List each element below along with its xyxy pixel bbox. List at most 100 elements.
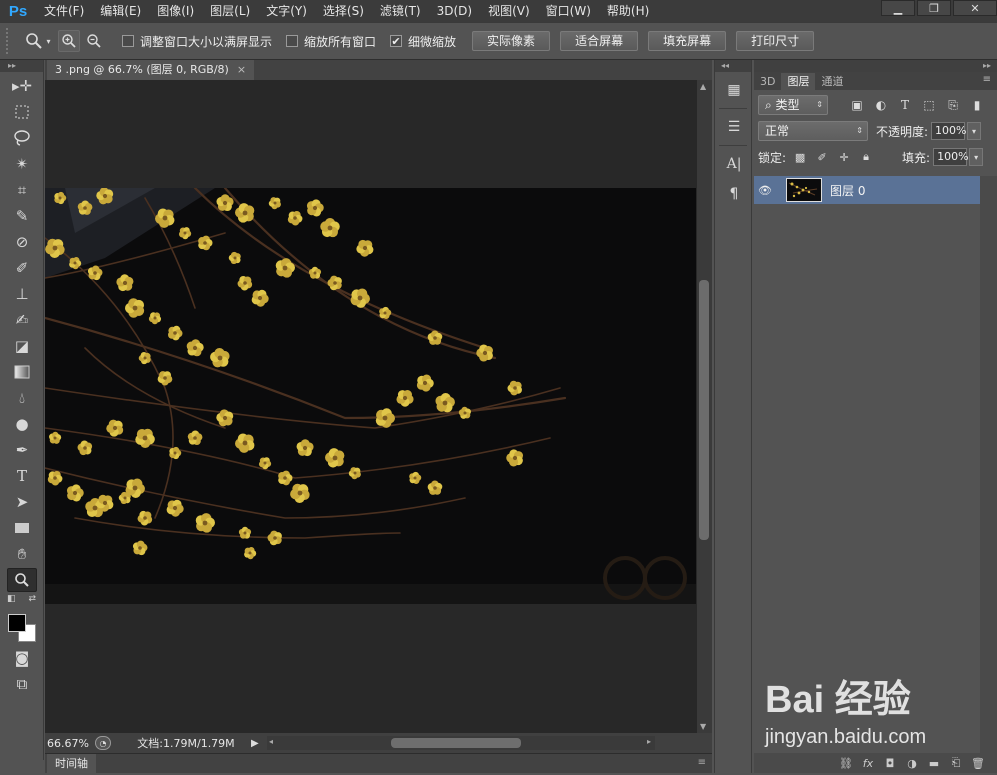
history-brush-tool[interactable]: ✍: [7, 308, 37, 332]
resize-windows-option[interactable]: 调整窗口大小以满屏显示: [122, 33, 272, 50]
marquee-tool[interactable]: [7, 100, 37, 124]
fill-input[interactable]: 100%: [933, 148, 969, 166]
filter-smart-object-icon[interactable]: ⎘: [944, 97, 962, 113]
rectangle-tool[interactable]: [7, 516, 37, 540]
screen-mode-button[interactable]: ⧉: [7, 672, 37, 696]
gradient-tool[interactable]: [7, 360, 37, 384]
filter-adjustment-icon[interactable]: ◐: [872, 97, 890, 113]
close-tab-icon[interactable]: ×: [237, 60, 246, 80]
panel-menu-icon[interactable]: ≡: [698, 757, 706, 768]
new-group-icon[interactable]: ▬: [923, 757, 945, 770]
menu-layer[interactable]: 图层(L): [202, 0, 258, 22]
fill-dropdown-icon[interactable]: ▾: [969, 148, 984, 166]
type-tool[interactable]: T: [7, 464, 37, 488]
layer-name[interactable]: 图层 0: [830, 182, 865, 199]
clone-stamp-tool[interactable]: ⊥: [7, 282, 37, 306]
pen-tool[interactable]: ✒: [7, 438, 37, 462]
filter-shape-icon[interactable]: ⬚: [920, 97, 938, 113]
magic-wand-tool[interactable]: ✴: [7, 152, 37, 176]
strip-header[interactable]: ◂◂: [715, 60, 751, 72]
options-grip[interactable]: [6, 28, 12, 54]
brush-tool[interactable]: ✐: [7, 256, 37, 280]
eraser-tool[interactable]: ◪: [7, 334, 37, 358]
status-menu-arrow-icon[interactable]: ▶: [251, 738, 261, 749]
minimize-button[interactable]: ▁: [881, 0, 915, 16]
menu-image[interactable]: 图像(I): [149, 0, 202, 22]
zoom-level[interactable]: 66.67%: [45, 737, 95, 750]
scroll-left-icon[interactable]: ◂: [269, 737, 273, 746]
lock-image-icon[interactable]: ✐: [814, 149, 830, 165]
menu-file[interactable]: 文件(F): [36, 0, 92, 22]
scroll-up-icon[interactable]: ▲: [700, 82, 706, 91]
opacity-dropdown-icon[interactable]: ▾: [967, 122, 982, 140]
add-mask-icon[interactable]: ◘: [879, 757, 901, 770]
timeline-tab[interactable]: 时间轴: [47, 754, 96, 773]
panel-menu-icon[interactable]: ≡: [983, 74, 991, 85]
actual-pixels-button[interactable]: 实际像素: [472, 31, 551, 51]
tab-layers[interactable]: 图层: [781, 73, 816, 90]
swatches-panel-button[interactable]: ▦: [719, 78, 749, 102]
maximize-button[interactable]: ❐: [917, 0, 951, 16]
filter-pixel-icon[interactable]: ▣: [848, 97, 866, 113]
new-layer-icon[interactable]: ⎗: [945, 756, 967, 770]
menu-3d[interactable]: 3D(D): [429, 0, 480, 22]
tool-preset-picker[interactable]: ▾: [18, 29, 58, 53]
zoom-all-checkbox[interactable]: [286, 35, 299, 47]
scrubby-zoom-option[interactable]: ✔ 细微缩放: [390, 33, 456, 50]
hand-tool[interactable]: ✋︎: [7, 542, 37, 566]
visibility-eye-icon[interactable]: 👁︎: [754, 184, 776, 197]
crop-tool[interactable]: ⌗: [7, 178, 37, 202]
link-layers-icon[interactable]: ⛓: [835, 757, 857, 770]
zoom-tool[interactable]: [7, 568, 37, 592]
scroll-right-icon[interactable]: ▸: [647, 737, 651, 746]
blur-tool[interactable]: 💧︎: [7, 386, 37, 410]
quick-mask-button[interactable]: ◙: [7, 646, 37, 670]
fill-screen-button[interactable]: 填充屏幕: [648, 31, 727, 51]
close-window-button[interactable]: ✕: [953, 0, 997, 16]
print-size-button[interactable]: 打印尺寸: [736, 31, 815, 51]
layer-style-icon[interactable]: fx: [857, 757, 879, 770]
filter-toggle-icon[interactable]: ▮: [968, 97, 986, 113]
menu-help[interactable]: 帮助(H): [599, 0, 657, 22]
lock-position-icon[interactable]: ✛: [836, 149, 852, 165]
zoom-out-button[interactable]: [83, 30, 105, 52]
layers-scrollbar[interactable]: [980, 176, 997, 756]
tab-3d[interactable]: 3D: [754, 73, 781, 90]
paragraph-panel-button[interactable]: ¶: [719, 182, 749, 206]
swap-colors-icon[interactable]: ⇄: [28, 594, 36, 604]
move-tool[interactable]: ▸✛: [7, 74, 37, 98]
foreground-color-swatch[interactable]: [8, 614, 26, 632]
lock-all-icon[interactable]: 🔒︎: [858, 149, 874, 165]
healing-brush-tool[interactable]: ⊘: [7, 230, 37, 254]
character-panel-button[interactable]: A|: [719, 152, 749, 176]
document-info-icon[interactable]: ◔: [95, 736, 111, 750]
adjustment-layer-icon[interactable]: ◑: [901, 757, 923, 770]
clone-source-panel-button[interactable]: ☰: [719, 115, 749, 139]
scroll-down-icon[interactable]: ▼: [700, 722, 706, 731]
tools-panel-header[interactable]: ▸▸: [0, 60, 43, 72]
layer-row[interactable]: 👁︎ 图层 0: [754, 176, 980, 204]
scrubby-zoom-checkbox[interactable]: ✔: [390, 35, 403, 48]
horizontal-scrollbar[interactable]: ◂ ▸: [267, 736, 655, 750]
zoom-all-option[interactable]: 缩放所有窗口: [286, 33, 376, 50]
opacity-input[interactable]: 100%: [931, 122, 967, 140]
menu-view[interactable]: 视图(V): [480, 0, 538, 22]
menu-filter[interactable]: 滤镜(T): [372, 0, 429, 22]
lasso-tool[interactable]: [7, 126, 37, 150]
vertical-scroll-thumb[interactable]: [699, 280, 709, 540]
fit-screen-button[interactable]: 适合屏幕: [560, 31, 639, 51]
path-selection-tool[interactable]: ➤: [7, 490, 37, 514]
filter-type-icon[interactable]: T: [896, 97, 914, 113]
eyedropper-tool[interactable]: ✎: [7, 204, 37, 228]
tab-channels[interactable]: 通道: [815, 73, 849, 90]
menu-edit[interactable]: 编辑(E): [92, 0, 149, 22]
dodge-tool[interactable]: ●: [7, 412, 37, 436]
canvas-image[interactable]: [45, 188, 696, 604]
menu-type[interactable]: 文字(Y): [258, 0, 315, 22]
default-colors-icon[interactable]: ◧: [7, 594, 16, 604]
layers-panel-header[interactable]: ▸▸: [754, 60, 997, 72]
vertical-scrollbar[interactable]: ▲ ▼: [697, 80, 712, 733]
filter-type-select[interactable]: ⌕ 类型 ⇕: [758, 95, 828, 115]
resize-windows-checkbox[interactable]: [122, 35, 134, 47]
menu-window[interactable]: 窗口(W): [538, 0, 599, 22]
